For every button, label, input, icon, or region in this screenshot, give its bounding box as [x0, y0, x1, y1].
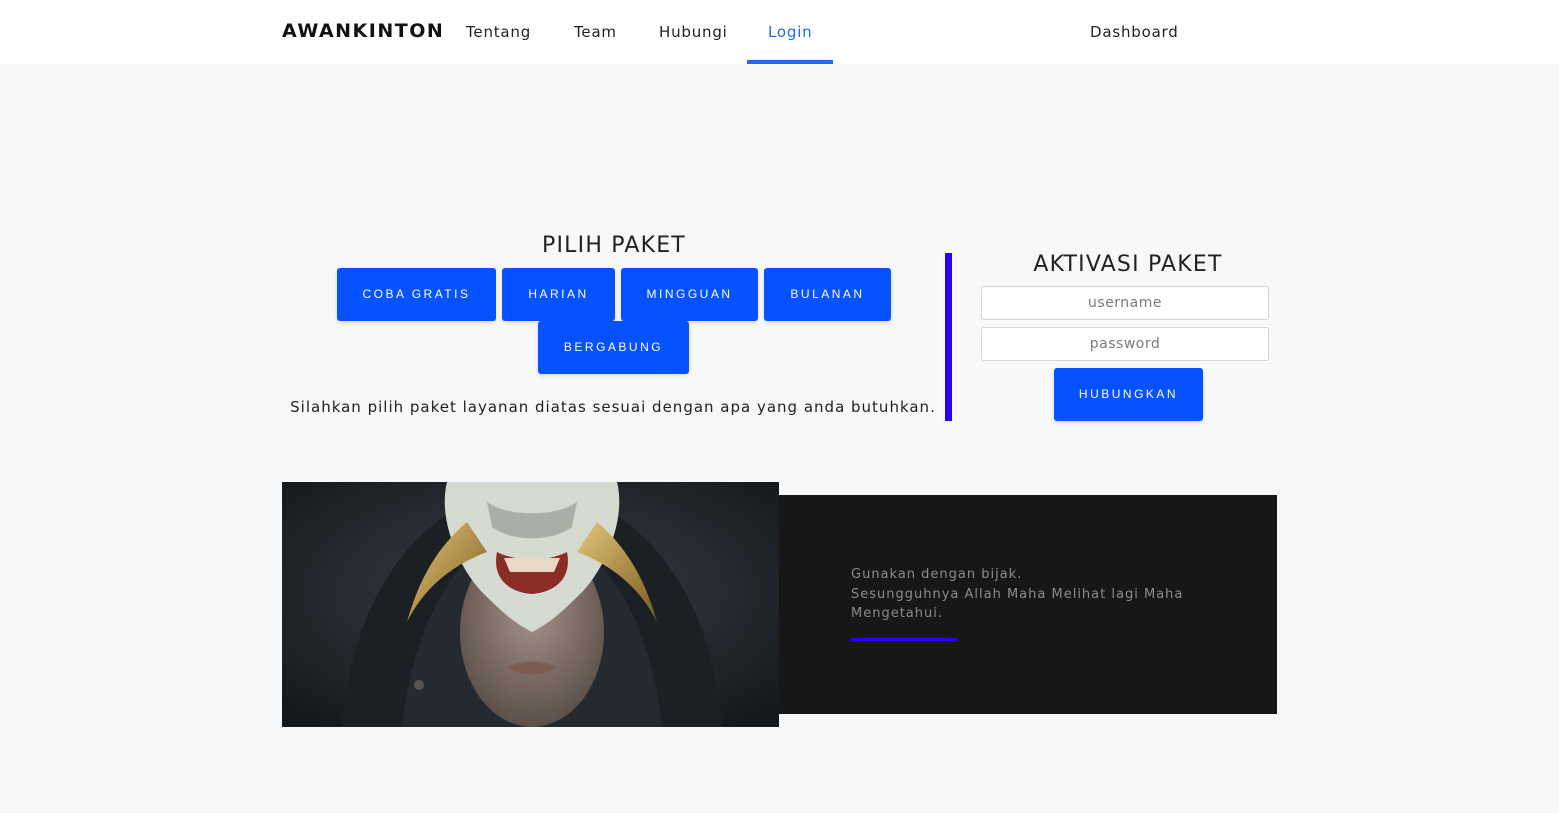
nav-link-tentang[interactable]: Tentang	[466, 23, 531, 41]
pilih-paket-description: Silahkan pilih paket layanan diatas sesu…	[290, 398, 936, 416]
bergabung-button[interactable]: BERGABUNG	[538, 321, 689, 374]
nav-link-team[interactable]: Team	[574, 23, 617, 41]
nav-link-login[interactable]: Login	[768, 23, 812, 41]
harian-button[interactable]: HARIAN	[502, 268, 615, 321]
quote-line-3: Mengetahui.	[851, 606, 943, 621]
nav-link-dashboard[interactable]: Dashboard	[1090, 23, 1179, 41]
brand-logo[interactable]: AWANKINTON	[282, 20, 444, 42]
hubungkan-button[interactable]: HUBUNGKAN	[1054, 368, 1203, 421]
quote-panel	[779, 495, 1277, 714]
navbar: AWANKINTON Tentang Team Hubungi Login Da…	[0, 0, 1559, 64]
quote-line-2: Sesungguhnya Allah Maha Melihat lagi Mah…	[851, 587, 1184, 602]
hero-image	[282, 482, 779, 727]
quote-accent-bar	[851, 638, 957, 641]
quote-line-1: Gunakan dengan bijak.	[851, 567, 1023, 582]
nav-link-hubungi[interactable]: Hubungi	[659, 23, 728, 41]
active-nav-indicator	[747, 60, 833, 64]
password-input[interactable]	[981, 327, 1269, 361]
section-divider	[945, 253, 952, 421]
aktivasi-paket-title: AKTIVASI PAKET	[1033, 252, 1223, 277]
mingguan-button[interactable]: MINGGUAN	[621, 268, 758, 321]
username-input[interactable]	[981, 286, 1269, 320]
bulanan-button[interactable]: BULANAN	[764, 268, 891, 321]
pilih-paket-title: PILIH PAKET	[542, 233, 686, 258]
oni-mask-photo-icon	[282, 482, 779, 727]
coba-gratis-button[interactable]: COBA GRATIS	[337, 268, 496, 321]
